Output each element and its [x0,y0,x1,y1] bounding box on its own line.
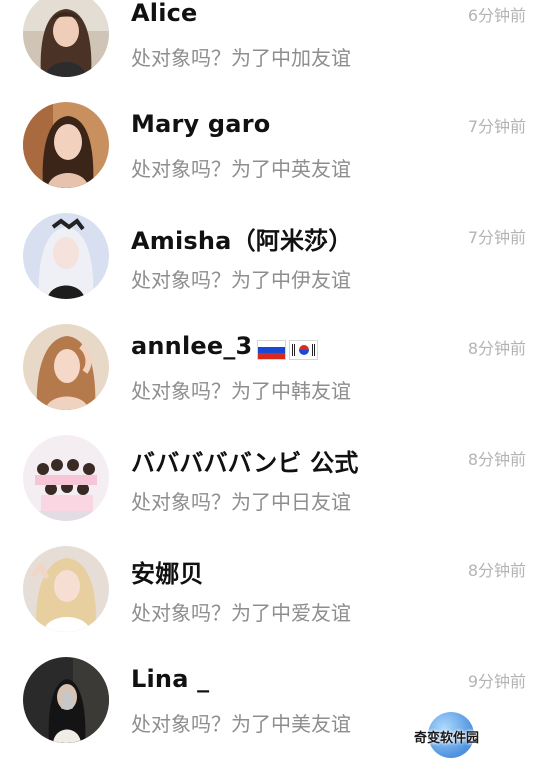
avatar[interactable] [23,324,109,410]
avatar-photo-icon [23,657,109,743]
russia-flag-icon [257,340,287,360]
conversation-row[interactable]: バババババンビ 公式 处对象吗？为了中日友谊 8分钟前 [0,429,550,540]
avatar-photo-icon [23,435,109,521]
message-preview: 处对象吗？为了中日友谊 [131,490,351,514]
conversation-list: Alice 处对象吗？为了中加友谊 6分钟前 Mary garo 处对象吗？为了… [0,0,550,762]
avatar[interactable] [23,213,109,299]
timestamp: 8分钟前 [467,450,526,469]
avatar[interactable] [23,102,109,188]
conversation-row[interactable]: 安娜贝 处对象吗？为了中爱友谊 8分钟前 [0,540,550,651]
conversation-row[interactable]: Amisha（阿米莎） 处对象吗？为了中伊友谊 7分钟前 [0,207,550,318]
conversation-row[interactable]: Alice 处对象吗？为了中加友谊 6分钟前 [0,0,550,96]
timestamp: 8分钟前 [467,561,526,580]
watermark: 奇变软件园 [410,712,506,758]
south-korea-flag-icon [289,340,319,360]
message-preview: 处对象吗？为了中爱友谊 [131,601,351,625]
contact-name: Mary garo [131,110,271,138]
contact-name: Amisha（阿米莎） [131,227,353,255]
message-preview: 处对象吗？为了中韩友谊 [131,379,351,403]
avatar-photo-icon [23,0,109,77]
avatar-photo-icon [23,546,109,632]
watermark-text: 奇变软件园 [414,731,480,746]
contact-name: Alice [131,0,198,27]
avatar[interactable] [23,657,109,743]
avatar[interactable] [23,435,109,521]
flag-group [254,335,319,363]
timestamp: 7分钟前 [467,228,526,247]
contact-name: バババババンビ 公式 [131,449,359,477]
avatar[interactable] [23,546,109,632]
message-preview: 处对象吗？为了中加友谊 [131,46,351,70]
message-preview: 处对象吗？为了中英友谊 [131,157,351,181]
avatar[interactable] [23,0,109,77]
contact-name: 安娜贝 [131,560,204,588]
conversation-row[interactable]: annlee_3 处对象吗？为了中韩友谊 8分钟前 [0,318,550,429]
avatar-photo-icon [23,324,109,410]
timestamp: 9分钟前 [467,672,526,691]
contact-name: Lina _ [131,665,210,693]
timestamp: 6分钟前 [467,6,526,25]
avatar-photo-icon [23,102,109,188]
avatar-photo-icon [23,213,109,299]
message-preview: 处对象吗？为了中伊友谊 [131,268,351,292]
message-preview: 处对象吗？为了中美友谊 [131,712,351,736]
timestamp: 7分钟前 [467,117,526,136]
timestamp: 8分钟前 [467,339,526,358]
conversation-row[interactable]: Mary garo 处对象吗？为了中英友谊 7分钟前 [0,96,550,207]
contact-name: annlee_3 [131,332,319,363]
